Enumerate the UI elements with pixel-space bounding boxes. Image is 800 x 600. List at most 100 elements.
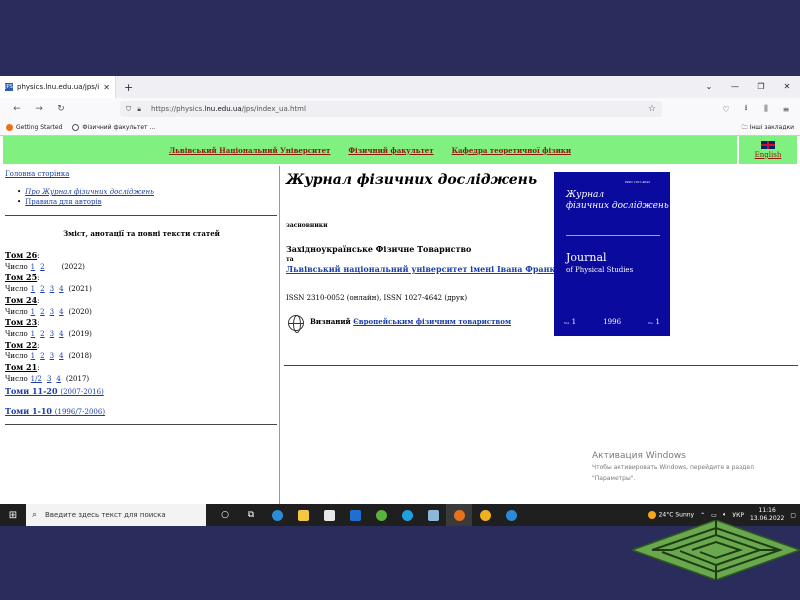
issue-link[interactable]: 3 — [47, 375, 51, 383]
weather[interactable]: 24°C Sunny — [647, 511, 694, 519]
link-author-rules[interactable]: Правила для авторів — [25, 198, 101, 206]
other-bookmarks[interactable]: 🗀 Інші закладки — [742, 120, 794, 136]
bookmark-physics-faculty[interactable]: Фізичний факультет ... — [72, 124, 155, 131]
issue-link[interactable]: 3 — [50, 308, 54, 316]
link-eps[interactable]: Європейським фізичним товариством — [353, 317, 511, 326]
chevron-down-icon[interactable]: ⌄ — [696, 76, 722, 98]
volume-icon[interactable]: 🔈︎ — [723, 511, 727, 519]
restore-button[interactable]: ❐ — [748, 76, 774, 98]
back-button[interactable]: ← — [6, 104, 28, 114]
link-english[interactable]: English — [755, 151, 782, 159]
list-item: Про Журнал фізичних досліджень — [17, 188, 154, 196]
notepad-icon[interactable] — [420, 504, 446, 526]
issue-link[interactable]: 2 — [40, 308, 44, 316]
issue-link[interactable]: 1 — [31, 352, 35, 360]
volume-heading[interactable]: Том 24: — [5, 295, 92, 307]
issue-link[interactable]: 2 — [40, 330, 44, 338]
library-icon[interactable]: ⫼ — [756, 104, 776, 114]
divider — [284, 365, 798, 366]
bookmark-getting-started[interactable]: Getting Started — [6, 124, 62, 131]
link-university[interactable]: Львівський Національний Університет — [169, 146, 330, 155]
minimize-button[interactable]: — — [722, 76, 748, 98]
new-tab-button[interactable]: + — [124, 81, 133, 94]
close-window-button[interactable]: ✕ — [774, 76, 800, 98]
volume-heading[interactable]: Том 21: — [5, 362, 92, 374]
tab-title: physics.lnu.edu.ua/jps/index_u... — [17, 83, 100, 91]
issue-link[interactable]: 2 — [40, 263, 44, 271]
menu-icon[interactable]: ≡ — [776, 105, 796, 114]
top-nav: Львівський Національний Університет Фізи… — [3, 136, 737, 164]
pocket-icon[interactable]: ♡ — [716, 105, 736, 114]
issue-link[interactable]: 4 — [59, 352, 63, 360]
issue-link[interactable]: 1 — [31, 263, 35, 271]
web-page: Львівський Національний Університет Фізи… — [0, 136, 800, 504]
file-explorer-icon[interactable] — [290, 504, 316, 526]
bookmark-star-icon[interactable]: ☆ — [648, 104, 656, 114]
link-home[interactable]: Головна сторінка — [5, 170, 69, 178]
firefox-taskbar-icon[interactable] — [446, 504, 472, 526]
chevron-up-icon[interactable]: ⌃ — [700, 512, 705, 519]
issues-row: Число 1 2 (2022) — [5, 262, 85, 271]
link-physics-faculty[interactable]: Фізичний факультет — [348, 146, 433, 155]
volume-heading[interactable]: Том 25: — [5, 272, 92, 284]
edge-icon[interactable] — [264, 504, 290, 526]
issue-link[interactable]: 2 — [40, 285, 44, 293]
volume-heading[interactable]: Том 26: — [5, 250, 92, 262]
browser-tab[interactable]: JPS physics.lnu.edu.ua/jps/index_u... ✕ — [0, 76, 116, 98]
issue-link[interactable]: 3 — [50, 352, 54, 360]
issue-link[interactable]: 2 — [40, 352, 44, 360]
close-tab-icon[interactable]: ✕ — [103, 83, 110, 92]
forward-button[interactable]: → — [28, 104, 50, 114]
issue-link[interactable]: 1 — [31, 285, 35, 293]
issue-link[interactable]: 1/2 — [31, 375, 42, 383]
issue-link[interactable]: 3 — [50, 330, 54, 338]
issue-link[interactable]: 4 — [56, 375, 60, 383]
language-indicator[interactable]: УКР — [732, 512, 744, 519]
issue-link[interactable]: 4 — [59, 330, 63, 338]
search-icon: ⌕ — [32, 510, 38, 520]
volume-heading[interactable]: Том 23: — [5, 317, 92, 329]
thunderbird-icon[interactable] — [498, 504, 524, 526]
skype-icon[interactable] — [394, 504, 420, 526]
mail-icon[interactable] — [342, 504, 368, 526]
sun-icon — [647, 511, 656, 519]
download-icon[interactable]: ⭳ — [736, 102, 756, 116]
issue-link[interactable]: 3 — [50, 285, 54, 293]
taskbar-search[interactable]: ⌕ Введите здесь текст для поиска — [26, 504, 206, 526]
link-volumes-1-10[interactable]: Томи 1-10 (1996/7-2006) — [5, 406, 105, 416]
issue-link[interactable]: 1 — [31, 308, 35, 316]
about-list: Про Журнал фізичних досліджень Правила д… — [17, 188, 154, 208]
cover-title-ua: Журнал фізичних досліджень — [566, 190, 669, 211]
and-label: та — [286, 256, 294, 263]
task-view-icon[interactable]: ⧉ — [238, 504, 264, 526]
link-about-journal[interactable]: Про Журнал фізичних досліджень — [25, 188, 154, 196]
volume-heading[interactable]: Том 22: — [5, 340, 92, 352]
network-icon[interactable]: ▭ — [711, 512, 717, 519]
chrome-icon[interactable] — [472, 504, 498, 526]
utorrent-icon[interactable] — [368, 504, 394, 526]
english-version: English — [739, 136, 797, 164]
link-volumes-11-20[interactable]: Томи 11-20 (2007-2016) — [5, 386, 104, 396]
uk-flag-icon[interactable] — [761, 141, 775, 149]
jps-favicon-icon: JPS — [5, 83, 13, 91]
firefox-icon — [6, 124, 13, 131]
cover-title-en: Journal of Physical Studies — [566, 251, 634, 275]
reload-button[interactable]: ↻ — [50, 104, 72, 114]
notification-icon[interactable]: ▢ — [790, 512, 796, 519]
link-theory-department[interactable]: Кафедра теоретичної фізики — [452, 146, 571, 155]
cortana-icon[interactable]: ○ — [212, 504, 238, 526]
store-icon[interactable] — [316, 504, 342, 526]
divider — [5, 215, 277, 216]
issue-link[interactable]: 4 — [59, 308, 63, 316]
journal-title: Журнал фізичних досліджень — [286, 172, 538, 188]
address-bar[interactable]: ⛉ 🔒︎ https://physics.lnu.edu.ua/jps/inde… — [120, 101, 662, 117]
link-university-full[interactable]: Львівський національний університет імен… — [286, 264, 560, 274]
volumes-list: Том 26: Число 1 2 (2022) Том 25: Число 1 2 3 4 (202… — [5, 250, 92, 384]
shield-icon[interactable]: ⛉ — [126, 105, 131, 114]
issue-link[interactable]: 4 — [59, 285, 63, 293]
lock-icon[interactable]: 🔒︎ — [137, 105, 141, 114]
recognition: Визнаний Європейським фізичним товариств… — [310, 317, 512, 326]
founders-label: засновники — [286, 222, 328, 229]
windows-start-icon[interactable]: ⊞ — [0, 510, 26, 521]
issue-link[interactable]: 1 — [31, 330, 35, 338]
